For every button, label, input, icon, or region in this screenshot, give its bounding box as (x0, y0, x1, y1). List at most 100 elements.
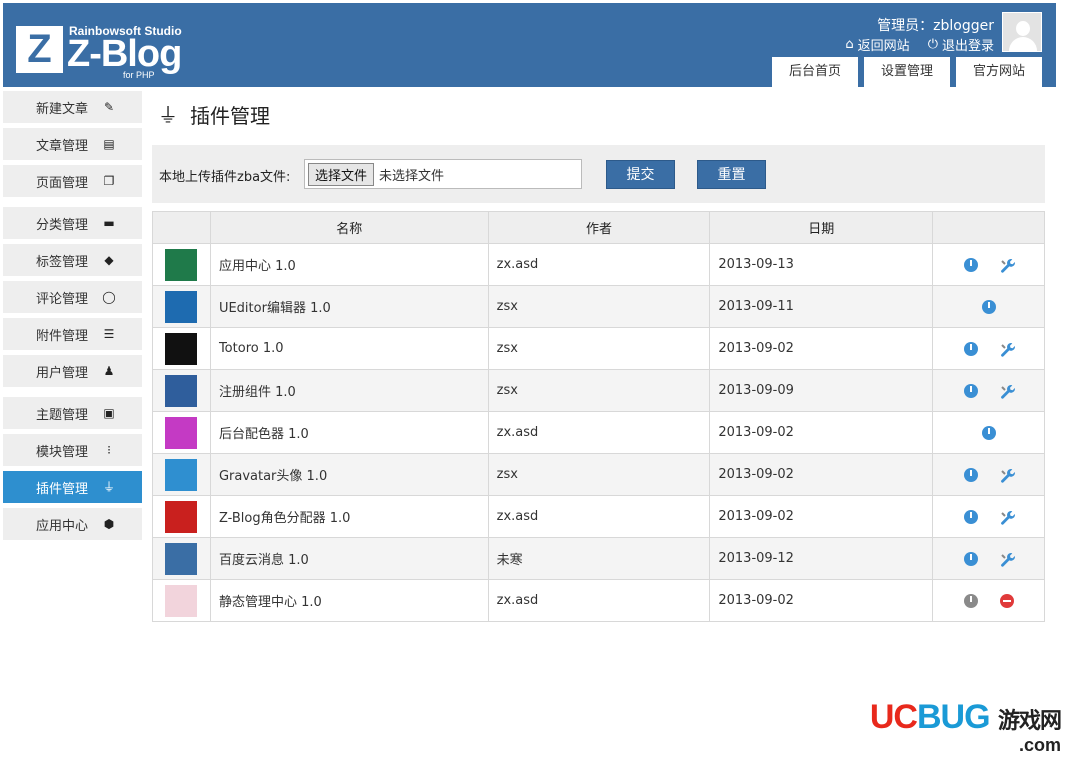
plugin-icon (165, 416, 198, 449)
zblog-logo[interactable]: Z (16, 26, 63, 73)
plugin-name: 注册组件 1.0 (210, 369, 489, 412)
disabled-power-icon[interactable] (963, 593, 978, 608)
enable-power-icon[interactable] (963, 257, 978, 272)
plugin-date: 2013-09-02 (709, 495, 934, 538)
plug-icon: ⏚ (102, 480, 115, 494)
plugin-icon-cell (152, 579, 211, 622)
plugin-icon-cell (152, 369, 211, 412)
sidebar-item-label: 模块管理 (36, 444, 89, 460)
sidebar-item-new-article[interactable]: 新建文章 ✎ (3, 91, 142, 123)
plugin-icon (165, 332, 198, 365)
sidebar-item-label: 文章管理 (36, 138, 89, 154)
plugin-icon-cell (152, 453, 211, 496)
plugin-icon-cell (152, 285, 211, 328)
sidebar-item-tags[interactable]: 标签管理 ◆ (3, 244, 142, 276)
plugin-author: 未寒 (488, 537, 711, 580)
sidebar-item-app-center[interactable]: 应用中心 ⬢ (3, 508, 142, 540)
tab-official-site[interactable]: 官方网站 (956, 57, 1042, 87)
admin-label: 管理员：zblogger (877, 18, 994, 34)
upload-bar: 本地上传插件zba文件: 选择文件 未选择文件 提交 重置 (152, 145, 1045, 203)
plugin-actions (932, 243, 1045, 286)
sidebar-item-comments[interactable]: 评论管理 ◯ (3, 281, 142, 313)
plugin-date: 2013-09-11 (709, 285, 934, 328)
sidebar-item-plugins[interactable]: 插件管理 ⏚ (3, 471, 142, 503)
table-row: Gravatar头像 1.0 zsx 2013-09-02 (152, 453, 1045, 496)
header-links: ⌂ 返回网站 ⏻ 退出登录 (845, 35, 994, 54)
sidebar-item-categories[interactable]: 分类管理 ▬ (3, 207, 142, 239)
plugin-name: 后台配色器 1.0 (210, 411, 489, 454)
plugin-list: 应用中心 1.0 zx.asd 2013-09-13 UEditor编辑器 1.0 zs… (152, 243, 1045, 622)
settings-wrench-icon[interactable] (1000, 384, 1015, 399)
sidebar-item-modules[interactable]: 模块管理 ⁝ (3, 434, 142, 466)
plugin-icon-cell (152, 495, 211, 538)
file-status: 未选择文件 (379, 168, 445, 184)
settings-wrench-icon[interactable] (1000, 510, 1015, 525)
module-icon: ⁝ (107, 443, 111, 457)
watermark-logo: UCBUG 游戏网 .com (870, 698, 1062, 756)
watermark-brand: UCBUG 游戏网 (870, 698, 1062, 736)
pages-icon: ❐ (103, 174, 115, 188)
enable-power-icon[interactable] (981, 299, 996, 314)
home-icon: ⌂ (845, 37, 854, 52)
sidebar-item-label: 主题管理 (36, 407, 89, 423)
plug-icon: ⏚ (158, 102, 178, 127)
plugin-actions (932, 285, 1045, 328)
tab-dashboard[interactable]: 后台首页 (772, 57, 858, 87)
watermark-bug: BUG (916, 698, 991, 736)
plugin-name: UEditor编辑器 1.0 (210, 285, 489, 328)
enable-power-icon[interactable] (963, 467, 978, 482)
plugin-author: zx.asd (488, 411, 711, 454)
plugin-date: 2013-09-13 (709, 243, 934, 286)
settings-wrench-icon[interactable] (1000, 342, 1015, 357)
settings-wrench-icon[interactable] (1000, 468, 1015, 483)
cube-icon: ⬢ (103, 517, 115, 531)
sidebar-item-label: 用户管理 (36, 365, 89, 381)
table-row: 应用中心 1.0 zx.asd 2013-09-13 (152, 243, 1045, 286)
table-header-row: 名称 作者 日期 (152, 211, 1045, 244)
enable-power-icon[interactable] (963, 383, 978, 398)
choose-file-button[interactable]: 选择文件 (308, 162, 375, 186)
plugin-icon (165, 500, 198, 533)
top-tabs: 后台首页 设置管理 官方网站 (772, 57, 1042, 87)
file-input[interactable]: 选择文件 未选择文件 (304, 159, 582, 189)
plugin-actions (932, 537, 1045, 580)
avatar[interactable] (1002, 12, 1042, 52)
enable-power-icon[interactable] (963, 509, 978, 524)
page-heading: ⏚ 插件管理 (156, 100, 270, 129)
plugin-author: zx.asd (488, 243, 711, 286)
table-row: 后台配色器 1.0 zx.asd 2013-09-02 (152, 411, 1045, 454)
theme-icon: ▣ (103, 406, 115, 420)
plugin-actions (932, 369, 1045, 412)
plugin-name: 百度云消息 1.0 (210, 537, 489, 580)
enable-power-icon[interactable] (963, 341, 978, 356)
logo-letter: Z (27, 27, 52, 71)
delete-icon[interactable] (999, 593, 1014, 608)
settings-wrench-icon[interactable] (1000, 552, 1015, 567)
plugin-name: Totoro 1.0 (210, 327, 489, 370)
sidebar-item-attachments[interactable]: 附件管理 ☰ (3, 318, 142, 350)
plugin-actions (932, 327, 1045, 370)
logout-label: 退出登录 (941, 39, 994, 54)
plugin-actions (932, 579, 1045, 622)
tab-settings[interactable]: 设置管理 (864, 57, 950, 87)
plugin-icon-cell (152, 327, 211, 370)
table-row: UEditor编辑器 1.0 zsx 2013-09-11 (152, 285, 1045, 328)
reset-button[interactable]: 重置 (697, 160, 766, 189)
sidebar-item-users[interactable]: 用户管理 ♟ (3, 355, 142, 387)
sidebar-item-pages[interactable]: 页面管理 ❐ (3, 165, 142, 197)
brand-name: Z-Blog (67, 33, 182, 75)
enable-power-icon[interactable] (981, 425, 996, 440)
tag-icon: ◆ (104, 253, 114, 267)
watermark-domain: .com (1018, 735, 1061, 755)
submit-button[interactable]: 提交 (606, 160, 675, 189)
logout-link[interactable]: ⏻ 退出登录 (928, 35, 994, 54)
plugin-author: zx.asd (488, 579, 711, 622)
sidebar-item-articles[interactable]: 文章管理 ▤ (3, 128, 142, 160)
enable-power-icon[interactable] (963, 551, 978, 566)
sidebar-item-label: 插件管理 (36, 481, 89, 497)
settings-wrench-icon[interactable] (1000, 258, 1015, 273)
back-site-link[interactable]: ⌂ 返回网站 (845, 35, 909, 54)
sidebar-item-themes[interactable]: 主题管理 ▣ (3, 397, 142, 429)
plugin-author: zx.asd (488, 495, 711, 538)
sidebar-item-label: 附件管理 (36, 328, 89, 344)
